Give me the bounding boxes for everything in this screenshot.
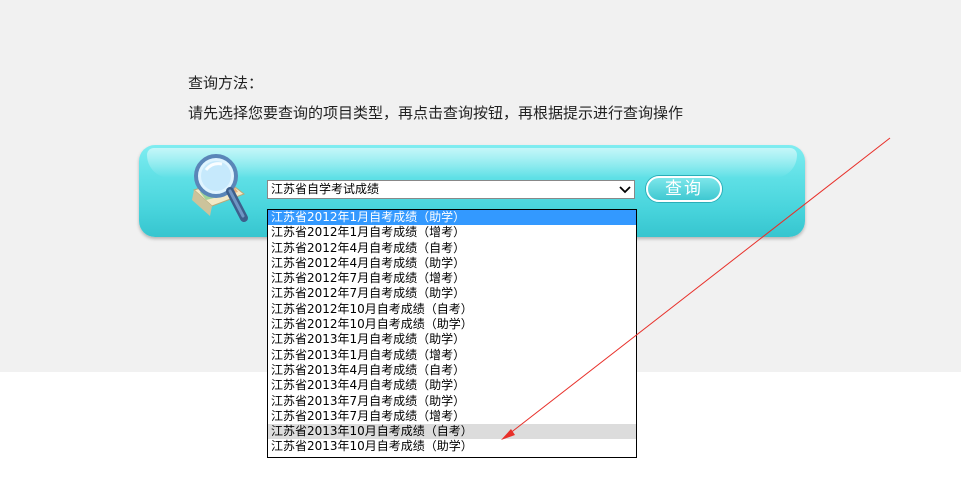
dropdown-option[interactable]: 江苏省2013年4月自考成绩（自考） [268,363,636,378]
dropdown-option[interactable]: 江苏省2012年1月自考成绩（助学） [268,210,636,226]
dropdown-option[interactable]: 江苏省2013年1月自考成绩（助学） [268,332,636,347]
dropdown-option[interactable]: 江苏省2012年7月自考成绩（增考） [268,271,636,286]
chevron-down-icon [619,186,631,194]
dropdown-option[interactable]: 江苏省2013年7月自考成绩（增考） [268,409,636,424]
dropdown-option[interactable]: 江苏省2012年1月自考成绩（增考） [268,225,636,240]
dropdown-option[interactable]: 江苏省2013年4月自考成绩（助学） [268,378,636,393]
dropdown-option[interactable]: 江苏省2013年10月自考成绩（助学） [268,439,636,454]
dropdown-option[interactable]: 江苏省2012年10月自考成绩（自考） [268,302,636,317]
query-button[interactable]: 查询 [646,176,722,202]
instructions-title: 查询方法： [188,74,264,92]
dropdown-option[interactable]: 江苏省2012年7月自考成绩（助学） [268,286,636,301]
dropdown-option[interactable]: 江苏省2013年1月自考成绩（增考） [268,348,636,363]
dropdown-option[interactable]: 江苏省2012年4月自考成绩（自考） [268,241,636,256]
dropdown-option[interactable]: 江苏省2013年10月自考成绩（自考） [268,424,636,440]
dropdown-option[interactable]: 江苏省2012年4月自考成绩（助学） [268,256,636,271]
project-type-select[interactable]: 江苏省自学考试成绩 [267,180,635,199]
select-current-value: 江苏省自学考试成绩 [271,182,380,196]
instructions-text: 请先选择您要查询的项目类型，再点击查询按钮，再根据提示进行查询操作 [188,104,684,122]
dropdown-option[interactable]: 江苏省2012年10月自考成绩（助学） [268,317,636,332]
project-type-dropdown: 江苏省2012年1月自考成绩（助学） 江苏省2012年1月自考成绩（增考） 江苏省2… [267,209,637,458]
dropdown-option[interactable]: 江苏省2013年7月自考成绩（助学） [268,394,636,409]
magnifier-map-icon [192,154,248,222]
